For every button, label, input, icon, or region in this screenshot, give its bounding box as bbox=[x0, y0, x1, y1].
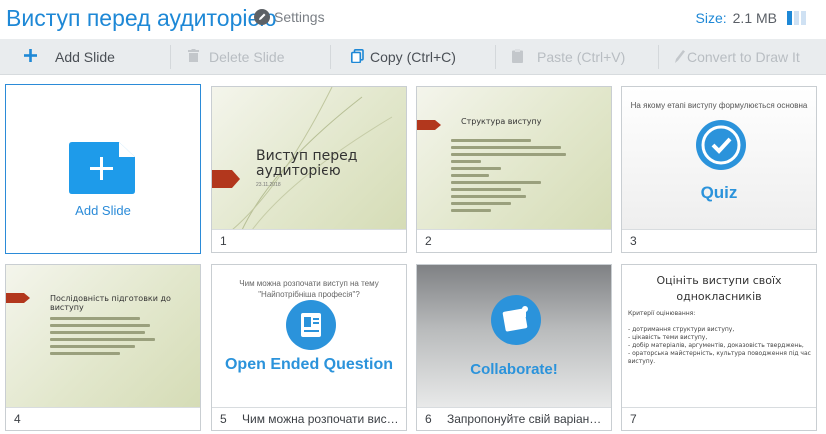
slide-thumbnail: Виступ перед аудиторією 23.11.2018 bbox=[212, 87, 406, 230]
slide-caption: 4 bbox=[6, 407, 200, 430]
toolbar-divider bbox=[170, 45, 171, 69]
add-slide-card-label: Add Slide bbox=[75, 203, 131, 218]
slide-thumbnail: Оцініть виступи своїх однокласників Крит… bbox=[622, 265, 816, 408]
sticky-note-icon bbox=[491, 295, 541, 345]
slide-thumb-type: Open Ended Question bbox=[224, 356, 393, 373]
slide-thumbnail: На якому етапі виступу формулюється осно… bbox=[622, 87, 816, 230]
slide-thumbnail: Collaborate! bbox=[417, 265, 611, 408]
slide-title: Запропонуйте свій варіант відп... bbox=[447, 412, 605, 426]
slide-number: 1 bbox=[220, 234, 227, 248]
add-slide-button[interactable]: Add Slide bbox=[24, 39, 115, 75]
slide-thumb-title: На якому етапі виступу формулюється осно… bbox=[630, 101, 808, 110]
copy-label: Copy (Ctrl+C) bbox=[370, 49, 456, 65]
slide-number: 5 bbox=[220, 412, 227, 426]
slide-number: 7 bbox=[630, 412, 637, 426]
toolbar-divider bbox=[658, 45, 659, 69]
slide-thumb-title: Послідовність підготовки до виступу bbox=[50, 294, 171, 312]
header: Виступ перед аудиторією Settings Size: 2… bbox=[0, 0, 826, 38]
slide-card[interactable]: Collaborate! 6 Запропонуйте свій варіант… bbox=[416, 264, 612, 431]
size-bar bbox=[794, 11, 799, 25]
slide-caption: 6 Запропонуйте свій варіант відп... bbox=[417, 407, 611, 430]
size-indicator: Size: 2.1 MB bbox=[696, 10, 806, 26]
plus-icon bbox=[24, 49, 37, 65]
settings-label: Settings bbox=[274, 9, 325, 25]
add-slide-label: Add Slide bbox=[55, 49, 115, 65]
size-value: 2.1 MB bbox=[732, 10, 777, 26]
size-label: Size: bbox=[695, 10, 727, 26]
slide-title: Чим можна розпочати виступ н... bbox=[242, 412, 400, 426]
delete-slide-label: Delete Slide bbox=[209, 49, 285, 65]
slide-number: 3 bbox=[630, 234, 637, 248]
slide-thumb-body bbox=[50, 317, 160, 359]
size-bars bbox=[787, 11, 806, 25]
checkmark-icon bbox=[696, 120, 746, 170]
slide-thumbnail: Структура виступу bbox=[417, 87, 611, 230]
slide-card[interactable]: Чим можна розпочати виступ на тему "Найп… bbox=[211, 264, 407, 431]
delete-slide-button[interactable]: Delete Slide bbox=[188, 39, 285, 75]
size-bar bbox=[787, 11, 792, 25]
slide-card[interactable]: На якому етапі виступу формулюється осно… bbox=[621, 86, 817, 253]
slide-card[interactable]: Виступ перед аудиторією 23.11.2018 1 bbox=[211, 86, 407, 253]
copy-button[interactable]: Copy (Ctrl+C) bbox=[351, 39, 456, 75]
slide-card[interactable]: Послідовність підготовки до виступу 4 bbox=[5, 264, 201, 431]
slide-caption: 1 bbox=[212, 229, 406, 252]
slide-thumb-type: Collaborate! bbox=[470, 361, 558, 378]
paste-button[interactable]: Paste (Ctrl+V) bbox=[512, 39, 625, 75]
convert-draw-it-button[interactable]: Convert to Draw It bbox=[675, 39, 800, 75]
toolbar: Add Slide Delete Slide Copy (Ctrl+C) Pas… bbox=[0, 39, 826, 75]
slide-caption: 7 bbox=[622, 407, 816, 430]
settings-button[interactable]: Settings bbox=[254, 9, 325, 25]
copy-icon bbox=[351, 48, 364, 66]
add-slide-card[interactable]: Add Slide bbox=[5, 84, 201, 254]
add-slide-icon bbox=[69, 142, 135, 194]
slide-thumb-type: Quiz bbox=[700, 183, 738, 202]
presentation-title[interactable]: Виступ перед аудиторією bbox=[6, 5, 276, 32]
slide-card[interactable]: Оцініть виступи своїх однокласників Крит… bbox=[621, 264, 817, 431]
question-doc-icon bbox=[286, 300, 336, 350]
slide-thumb-title: Оцініть виступи своїх однокласників bbox=[656, 274, 782, 303]
slide-caption: 5 Чим можна розпочати виступ н... bbox=[212, 407, 406, 430]
toolbar-divider bbox=[495, 45, 496, 69]
slide-thumb-title: Структура виступу bbox=[461, 117, 542, 126]
toolbar-divider bbox=[330, 45, 331, 69]
paste-label: Paste (Ctrl+V) bbox=[537, 49, 626, 65]
slide-caption: 3 bbox=[622, 229, 816, 252]
slide-thumb-title: Чим можна розпочати виступ на тему "Найп… bbox=[239, 279, 379, 299]
slide-card[interactable]: Структура виступу 2 bbox=[416, 86, 612, 253]
slide-number: 6 bbox=[425, 412, 432, 426]
clipboard-icon bbox=[512, 48, 523, 66]
pencil-icon bbox=[254, 9, 270, 25]
slide-thumb-body: Критерії оцінювання: - дотримання структ… bbox=[628, 310, 811, 365]
slide-number: 4 bbox=[14, 412, 21, 426]
slide-number: 2 bbox=[425, 234, 432, 248]
convert-label: Convert to Draw It bbox=[687, 49, 800, 65]
size-bar bbox=[801, 11, 806, 25]
slide-thumbnail: Чим можна розпочати виступ на тему "Найп… bbox=[212, 265, 406, 408]
slide-caption: 2 bbox=[417, 229, 611, 252]
pencil-icon bbox=[675, 49, 685, 66]
slide-manager: Виступ перед аудиторією Settings Size: 2… bbox=[0, 0, 826, 434]
slide-thumb-subtitle: 23.11.2018 bbox=[256, 182, 281, 188]
slide-thumb-body bbox=[451, 139, 571, 216]
slide-thumbnail: Послідовність підготовки до виступу bbox=[6, 265, 200, 408]
slide-thumb-title: Виступ перед аудиторією bbox=[256, 148, 358, 179]
trash-icon bbox=[188, 49, 199, 65]
